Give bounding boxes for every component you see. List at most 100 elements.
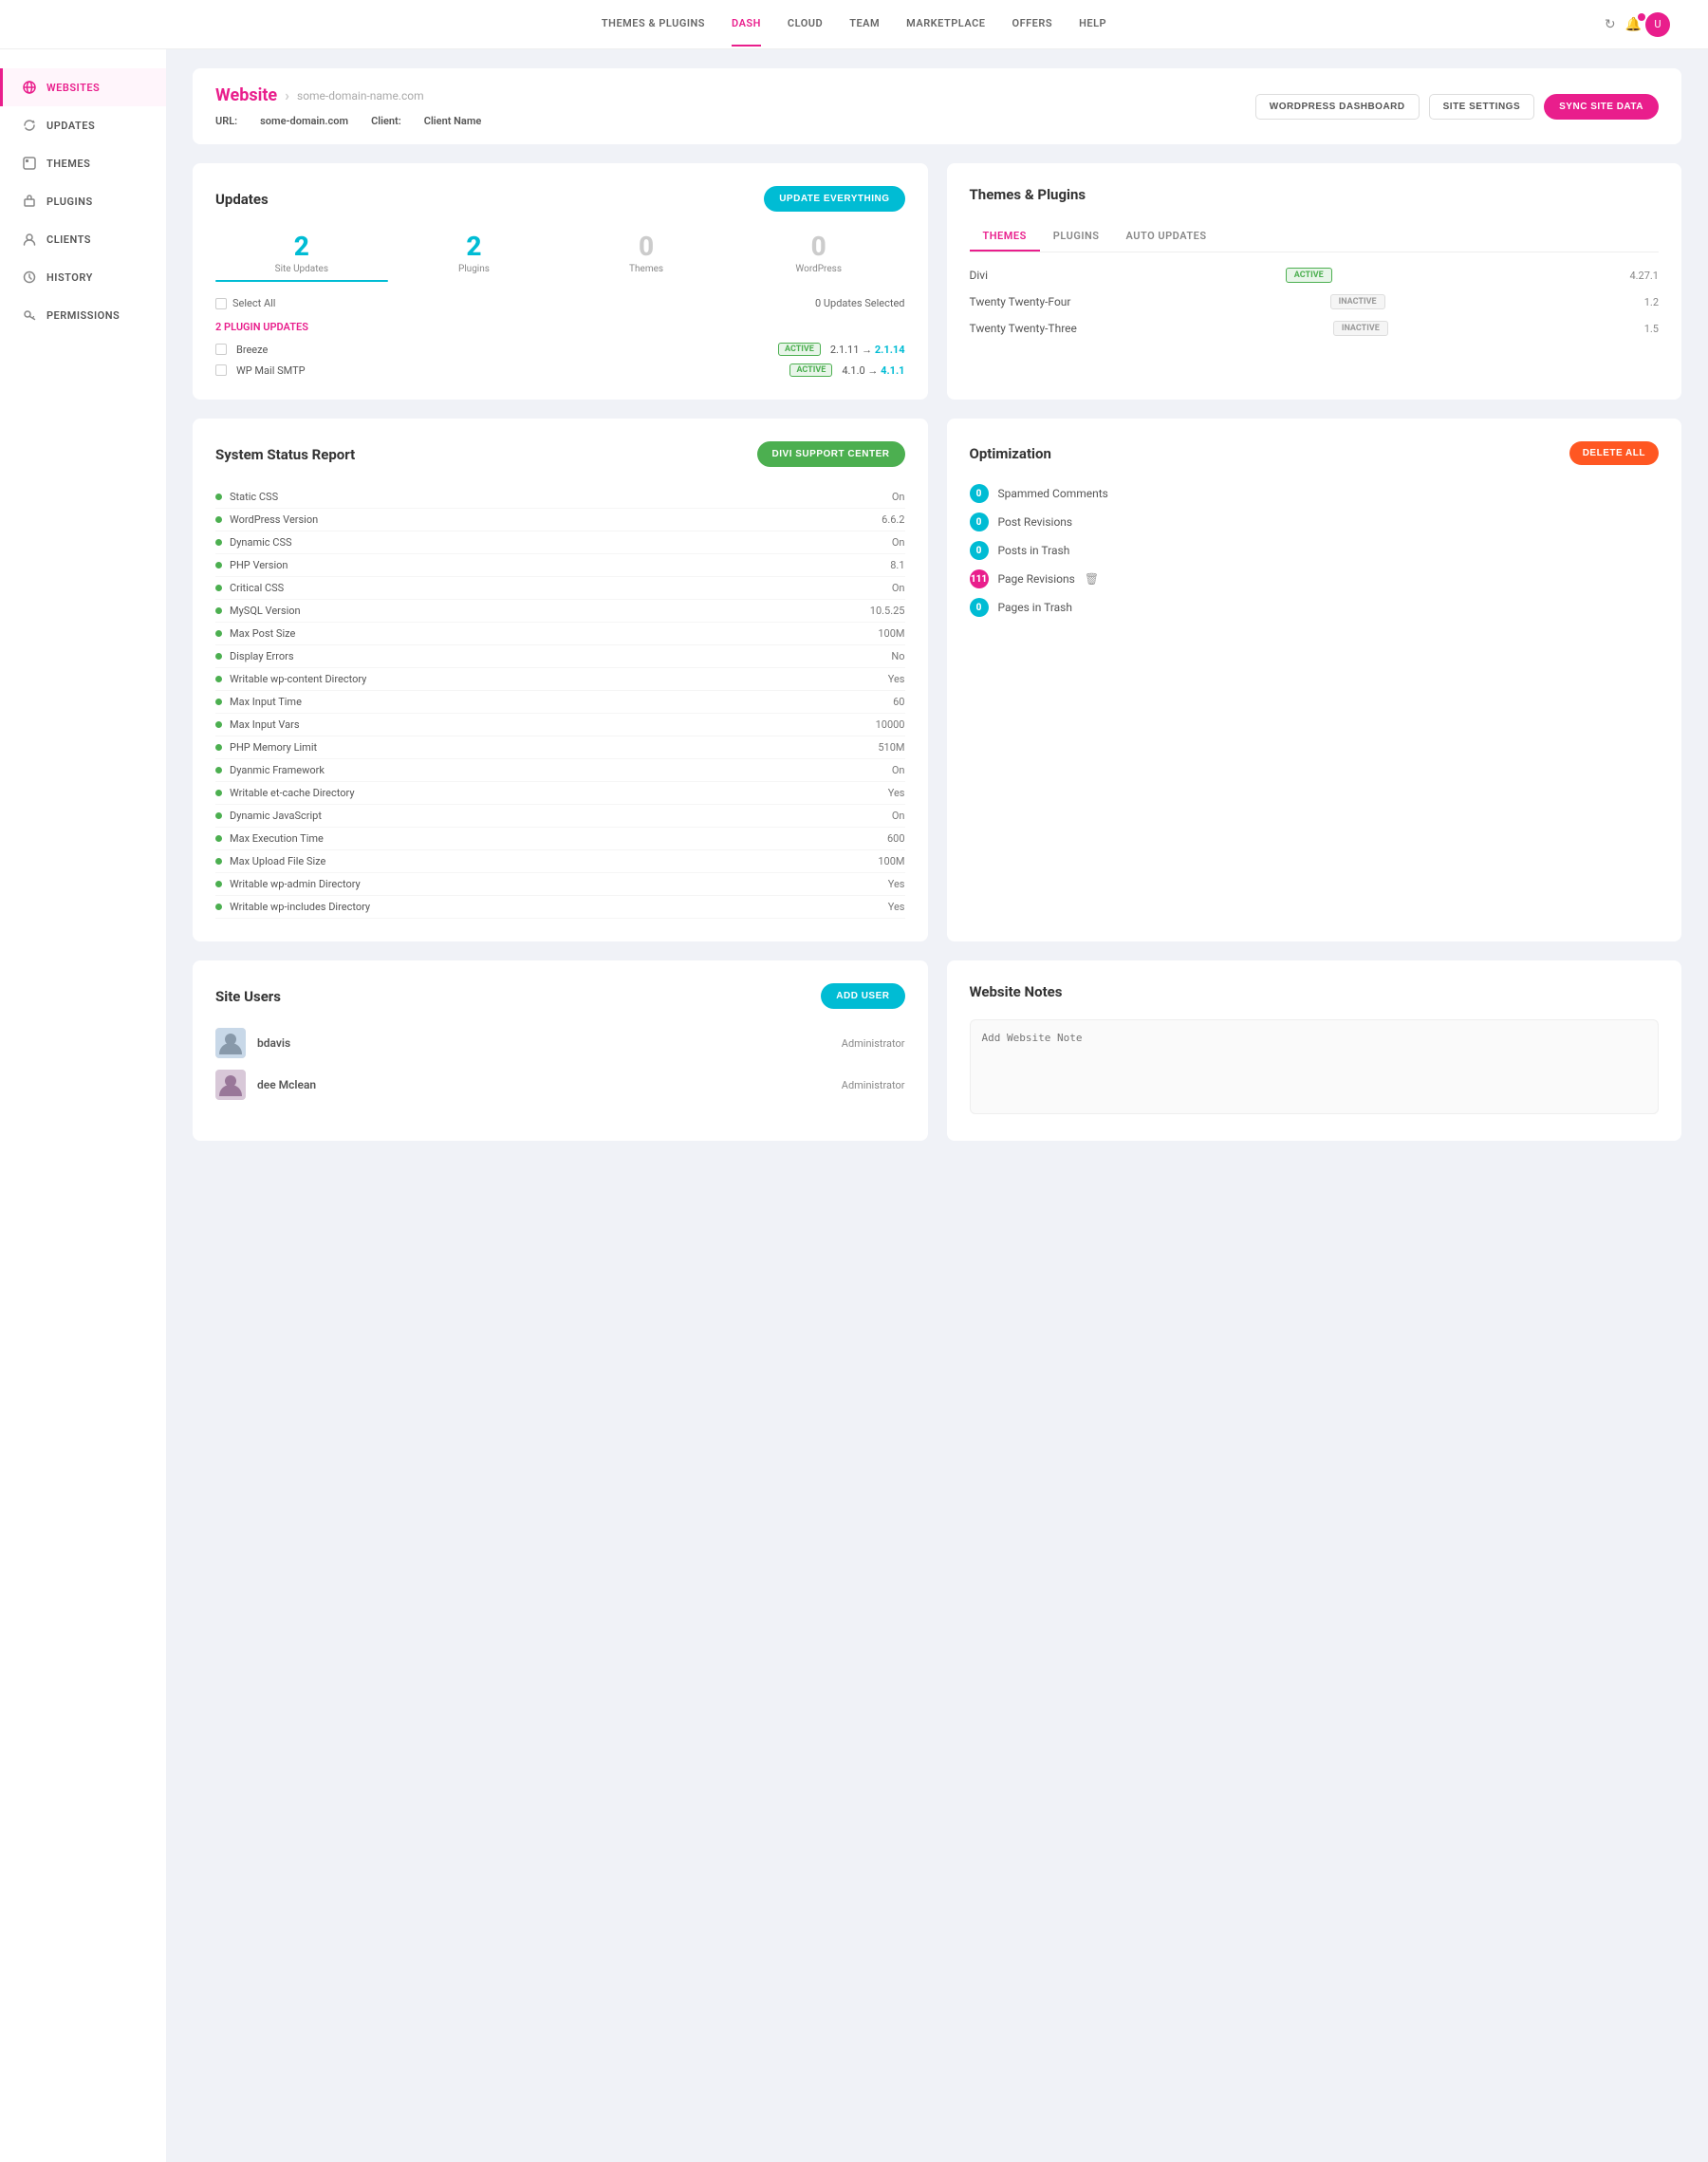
sidebar-item-history[interactable]: HISTORY: [0, 258, 166, 296]
opt-badge-0: 0: [970, 484, 989, 503]
sys-max-execution: Max Execution Time 600: [215, 828, 905, 850]
updates-card: Updates UPDATE EVERYTHING 2 Site Updates…: [193, 163, 928, 400]
sys-dynamic-css: Dynamic CSS On: [215, 531, 905, 554]
user-avatar[interactable]: U: [1645, 12, 1670, 37]
sidebar-item-plugins[interactable]: PLUGINS: [0, 182, 166, 220]
wordpress-dashboard-button[interactable]: WORDPRESS DASHBOARD: [1255, 94, 1420, 120]
stat-site-updates: 2 Site Updates: [215, 231, 388, 282]
breadcrumb: Website › some-domain-name.com URL: some…: [215, 85, 481, 127]
opt-card-header: Optimization DELETE ALL: [970, 441, 1660, 465]
sys-val-10: 10000: [876, 718, 905, 731]
select-all-checkbox[interactable]: [215, 298, 227, 309]
system-status-title: System Status Report: [215, 446, 355, 463]
opt-label-3: Page Revisions: [998, 572, 1075, 586]
refresh-icon[interactable]: ↻: [1605, 17, 1616, 32]
page-meta: URL: some-domain.com Client: Client Name: [215, 115, 481, 127]
theme-divi-name: Divi: [970, 269, 989, 282]
breeze-status: ACTIVE: [778, 343, 821, 356]
notes-title: Website Notes: [970, 983, 1063, 1000]
sidebar-label-plugins: PLUGINS: [46, 196, 93, 208]
nav-marketplace[interactable]: MARKETPLACE: [906, 2, 985, 47]
top-nav: THEMES & PLUGINS DASH CLOUD TEAM MARKETP…: [0, 0, 1708, 49]
optimization-card: Optimization DELETE ALL 0 Spammed Commen…: [947, 419, 1682, 941]
tab-plugins[interactable]: PLUGINS: [1040, 222, 1113, 252]
sys-dot: [215, 790, 222, 796]
add-user-button[interactable]: ADD USER: [821, 983, 904, 1009]
sys-dynamic-framework: Dyanmic Framework On: [215, 759, 905, 782]
sys-val-15: 600: [887, 832, 905, 845]
stat-num-wp: 0: [733, 231, 905, 262]
sys-critical-css: Critical CSS On: [215, 577, 905, 600]
user-list: bdavis Administrator dee Mclean Administ…: [215, 1028, 905, 1100]
site-users-card: Site Users ADD USER bdavis Administrator: [193, 960, 928, 1141]
nav-cloud[interactable]: CLOUD: [788, 2, 823, 47]
user-role-bdavis: Administrator: [842, 1037, 905, 1050]
url-value: some-domain.com: [260, 115, 348, 127]
sys-writable-includes: Writable wp-includes Directory Yes: [215, 896, 905, 919]
themes-plugins-title: Themes & Plugins: [970, 186, 1086, 203]
sys-val-7: No: [891, 650, 904, 662]
sys-dynamic-js: Dynamic JavaScript On: [215, 805, 905, 828]
opt-spammed-comments: 0 Spammed Comments: [970, 484, 1660, 503]
wpmail-version: 4.1.0 → 4.1.1: [842, 364, 904, 377]
site-settings-button[interactable]: SITE SETTINGS: [1429, 94, 1535, 120]
nav-offers[interactable]: OFFERS: [1012, 2, 1052, 47]
theme-twentythree-status: INACTIVE: [1333, 321, 1388, 336]
updates-title: Updates: [215, 191, 269, 208]
stat-plugins: 2 Plugins: [388, 231, 561, 282]
url-label: URL:: [215, 115, 237, 127]
select-all-label[interactable]: Select All: [215, 297, 275, 309]
stat-themes: 0 Themes: [560, 231, 733, 282]
stat-num-themes: 0: [560, 231, 733, 262]
sys-writable-admin: Writable wp-admin Directory Yes: [215, 873, 905, 896]
theme-twentythree-name: Twenty Twenty-Three: [970, 322, 1077, 335]
sys-writable-content: Writable wp-content Directory Yes: [215, 668, 905, 691]
update-everything-button[interactable]: UPDATE EVERYTHING: [764, 186, 904, 212]
sync-site-data-button[interactable]: SYNC SITE DATA: [1544, 94, 1659, 120]
sys-max-upload: Max Upload File Size 100M: [215, 850, 905, 873]
wpmail-name: WP Mail SMTP: [236, 364, 780, 377]
notes-textarea[interactable]: [970, 1019, 1660, 1114]
theme-twentythree-version: 1.5: [1644, 323, 1659, 335]
theme-twentyfour: Twenty Twenty-Four INACTIVE 1.2: [970, 294, 1660, 309]
opt-label-2: Posts in Trash: [998, 544, 1070, 557]
breeze-checkbox[interactable]: [215, 344, 227, 355]
sys-php: PHP Version 8.1: [215, 554, 905, 577]
delete-all-button[interactable]: DELETE ALL: [1569, 441, 1659, 465]
wpmail-checkbox[interactable]: [215, 364, 227, 376]
divi-support-center-button[interactable]: DIVI SUPPORT CENTER: [757, 441, 905, 467]
sys-val-13: Yes: [888, 787, 905, 799]
sidebar-item-permissions[interactable]: PERMISSIONS: [0, 296, 166, 334]
sidebar-item-websites[interactable]: WEBSITES: [0, 68, 166, 106]
sys-dot: [215, 835, 222, 842]
nav-dash[interactable]: DASH: [732, 2, 761, 47]
nav-team[interactable]: TEAM: [849, 2, 880, 47]
tab-themes[interactable]: THEMES: [970, 222, 1040, 252]
sidebar-label-websites: WEBSITES: [46, 82, 100, 94]
nav-icon-group: ↻ 🔔: [1605, 17, 1642, 32]
sidebar-item-updates[interactable]: UPDATES: [0, 106, 166, 144]
sys-val-2: On: [892, 536, 905, 549]
notification-icon[interactable]: 🔔: [1625, 17, 1642, 32]
website-notes-card: Website Notes: [947, 960, 1682, 1141]
plugin-updates-link[interactable]: 2 PLUGIN UPDATES: [215, 321, 905, 333]
sys-val-5: 10.5.25: [870, 605, 905, 617]
sys-val-8: Yes: [888, 673, 905, 685]
theme-divi: Divi ACTIVE 4.27.1: [970, 268, 1660, 283]
tab-auto-updates[interactable]: AUTO UPDATES: [1112, 222, 1219, 252]
stat-label-themes: Themes: [560, 264, 733, 274]
nav-themes-plugins[interactable]: THEMES & PLUGINS: [602, 2, 705, 47]
sidebar-label-permissions: PERMISSIONS: [46, 309, 120, 322]
sidebar-item-themes[interactable]: THEMES: [0, 144, 166, 182]
nav-help[interactable]: HELP: [1079, 2, 1106, 47]
opt-badge-4: 0: [970, 598, 989, 617]
sidebar-item-clients[interactable]: CLIENTS: [0, 220, 166, 258]
trash-icon[interactable]: 🗑: [1085, 572, 1099, 586]
plugin-update-list: Breeze ACTIVE 2.1.11 → 2.1.14 WP Mail SM…: [215, 343, 905, 377]
breeze-name: Breeze: [236, 344, 769, 356]
sys-max-post: Max Post Size 100M: [215, 623, 905, 645]
sys-wp-version: WordPress Version 6.6.2: [215, 509, 905, 531]
opt-page-revisions: 111 Page Revisions 🗑: [970, 569, 1660, 588]
themes-tabs: THEMES PLUGINS AUTO UPDATES: [970, 222, 1660, 252]
system-status-header: System Status Report DIVI SUPPORT CENTER: [215, 441, 905, 467]
